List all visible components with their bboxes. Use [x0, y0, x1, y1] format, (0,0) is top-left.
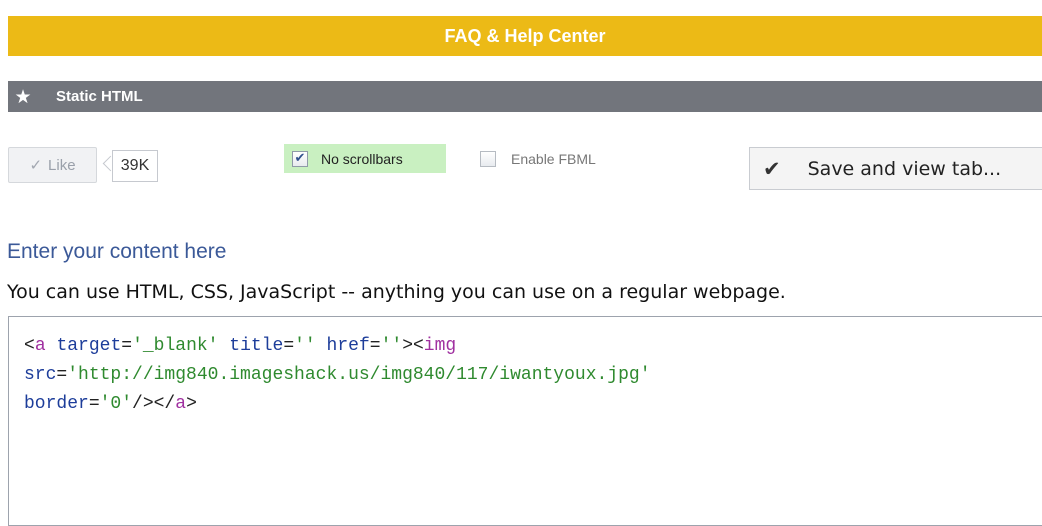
app-title-bar: ★ Static HTML [8, 81, 1042, 112]
checkmark-icon: ✔ [763, 156, 781, 181]
no-scrollbars-option[interactable]: ✔ No scrollbars [284, 144, 446, 173]
code-token: = [56, 365, 68, 385]
code-tag: a [175, 394, 187, 414]
code-token: /></ [132, 394, 176, 414]
html-code-editor[interactable]: <a target='_blank' title='' href=''><img… [8, 316, 1042, 526]
check-icon: ✓ [29, 157, 43, 174]
code-token: = [88, 394, 100, 414]
save-button-label: Save and view tab... [807, 157, 1002, 180]
code-value: 'http://img840.imageshack.us/img840/117/… [67, 365, 651, 385]
code-token: = [369, 336, 381, 356]
like-label: Like [48, 156, 76, 174]
code-token: = [121, 336, 133, 356]
code-attr: title [229, 336, 284, 356]
save-and-view-tab-button[interactable]: ✔ Save and view tab... [749, 147, 1042, 190]
code-value: '' [294, 336, 316, 356]
code-token: < [24, 336, 35, 356]
no-scrollbars-checkbox[interactable]: ✔ [292, 150, 308, 167]
enable-fbml-checkbox[interactable] [480, 151, 496, 167]
enable-fbml-option[interactable]: Enable FBML [480, 147, 596, 171]
like-count-value: 39K [120, 157, 150, 174]
code-attr: target [56, 336, 122, 356]
faq-title[interactable]: FAQ & Help Center [444, 26, 605, 47]
star-icon: ★ [14, 85, 32, 108]
content-help-text: You can use HTML, CSS, JavaScript -- any… [7, 281, 786, 303]
enable-fbml-label[interactable]: Enable FBML [511, 151, 596, 167]
code-token: > [186, 394, 197, 414]
like-button[interactable]: ✓ Like [8, 147, 97, 183]
content-heading: Enter your content here [7, 240, 227, 263]
code-attr: border [24, 394, 89, 414]
code-attr: src [24, 365, 57, 385]
no-scrollbars-label[interactable]: No scrollbars [321, 151, 403, 167]
code-token: >< [402, 336, 424, 356]
code-tag: a [34, 336, 46, 356]
code-tag: img [423, 336, 457, 356]
code-value: '0' [99, 394, 133, 414]
app-title: Static HTML [56, 88, 143, 105]
like-count: 39K [112, 150, 158, 182]
code-value: '_blank' [132, 336, 219, 356]
code-attr: href [326, 336, 370, 356]
code-content[interactable]: <a target='_blank' title='' href=''><img… [24, 332, 651, 419]
faq-help-center-bar[interactable]: FAQ & Help Center [8, 16, 1042, 56]
code-value: '' [380, 336, 403, 356]
code-token: = [283, 336, 295, 356]
